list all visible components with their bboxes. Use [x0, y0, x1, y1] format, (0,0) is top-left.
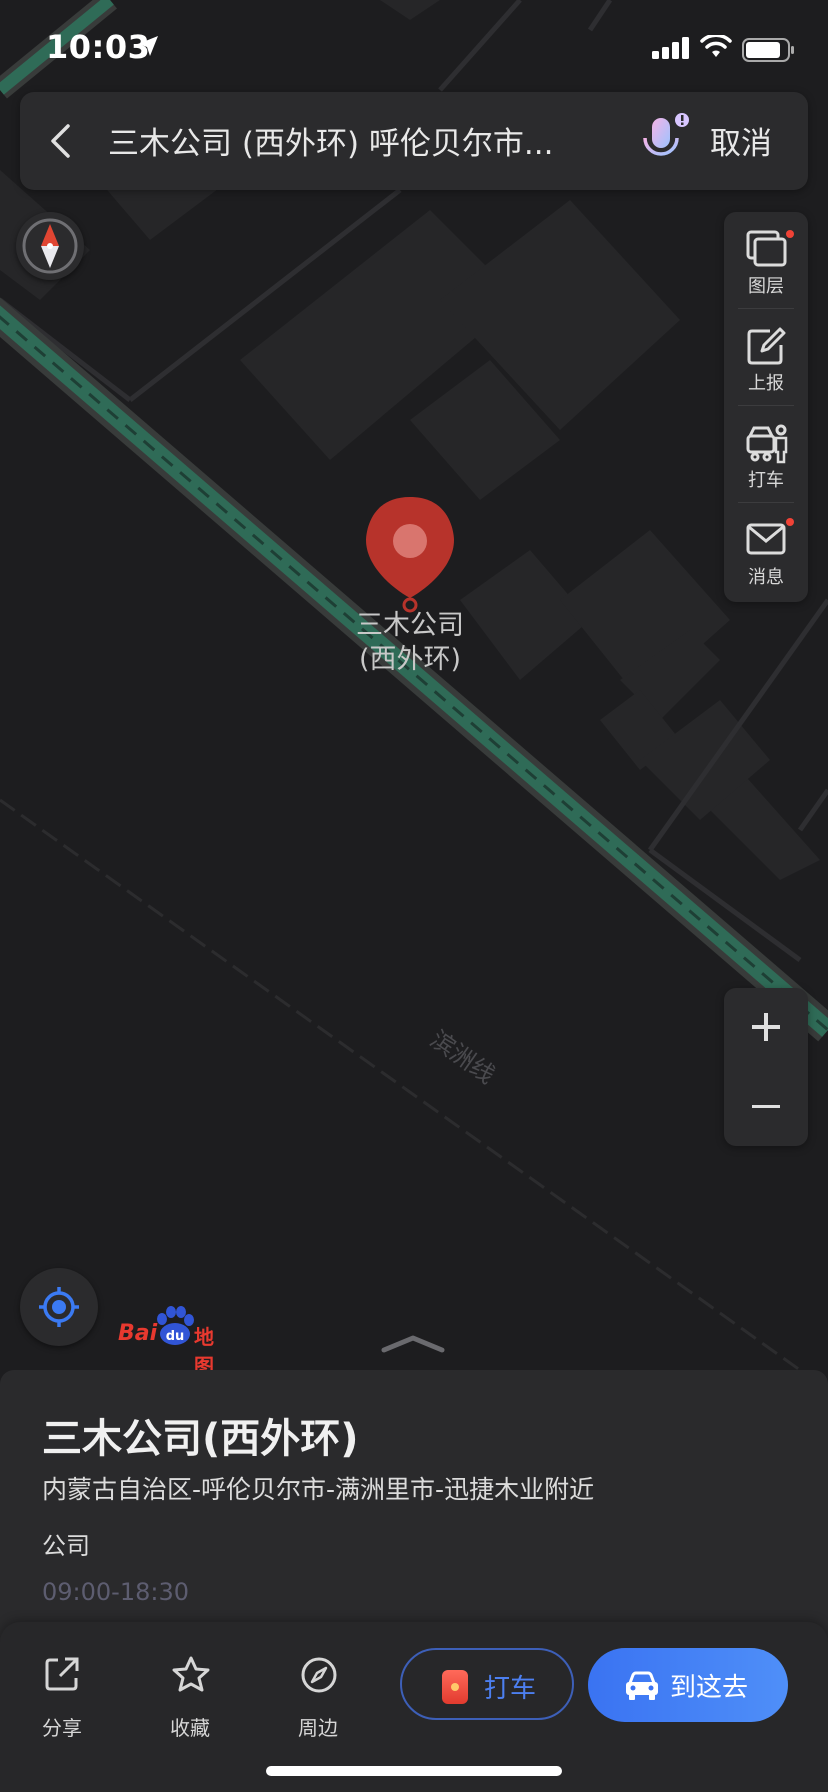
zoom-out-button[interactable] — [724, 1068, 808, 1146]
zoom-control — [724, 988, 808, 1146]
place-hours: 09:00-18:30 — [42, 1578, 189, 1606]
compass-nearby-icon — [301, 1657, 337, 1693]
tool-messages-label: 消息 — [748, 567, 784, 588]
tool-report-label: 上报 — [748, 373, 784, 394]
status-time: 10:03 — [46, 28, 151, 66]
search-query[interactable]: 三木公司 (西外环) 呼伦贝尔市... — [108, 118, 598, 163]
car-icon — [626, 1671, 658, 1700]
sheet-expand-chevron-icon[interactable] — [378, 1330, 448, 1356]
minus-icon — [752, 1105, 780, 1108]
cancel-button[interactable]: 取消 — [710, 118, 772, 163]
taxi-button[interactable]: 打车 — [400, 1648, 574, 1720]
share-icon — [45, 1657, 79, 1691]
tool-taxi-label: 打车 — [748, 470, 784, 491]
plus-icon — [752, 1013, 780, 1041]
taxi-label: 打车 — [484, 1674, 537, 1704]
favorite-label: 收藏 — [170, 1716, 210, 1740]
place-address: 内蒙古自治区-呼伦贝尔市-满洲里市-迅捷木业附近 — [42, 1475, 595, 1504]
status-bar: 10:03 — [0, 0, 828, 100]
go-here-button[interactable]: 到这去 — [588, 1648, 788, 1722]
zoom-in-button[interactable] — [724, 988, 808, 1066]
compass-icon — [22, 218, 78, 274]
map-tools-panel: 图层 上报 打车 消息 — [724, 212, 808, 602]
taxi-person-icon — [746, 424, 788, 464]
home-indicator[interactable] — [266, 1766, 562, 1776]
share-button[interactable]: 分享 — [22, 1656, 102, 1746]
nearby-button[interactable]: 周边 — [278, 1656, 358, 1746]
battery-icon — [742, 38, 794, 62]
logo-bai: Bai — [118, 1321, 158, 1346]
place-category: 公司 — [42, 1532, 90, 1560]
compass-button[interactable] — [16, 212, 84, 280]
locate-me-button[interactable] — [20, 1268, 98, 1346]
mail-icon — [746, 523, 786, 555]
tool-messages[interactable]: 消息 — [724, 503, 808, 599]
tool-report[interactable]: 上报 — [724, 309, 808, 405]
star-icon — [172, 1656, 210, 1692]
go-here-label: 到这去 — [670, 1673, 749, 1703]
voice-mic-icon[interactable] — [642, 112, 694, 170]
taxi-coupon-icon — [442, 1670, 468, 1704]
cell-signal-icon — [652, 37, 689, 59]
back-chevron-icon[interactable] — [48, 122, 72, 160]
crosshair-locate-icon — [39, 1287, 79, 1327]
nearby-label: 周边 — [298, 1716, 338, 1740]
location-arrow-icon — [138, 36, 158, 56]
wifi-icon — [700, 35, 732, 57]
share-label: 分享 — [42, 1716, 82, 1740]
logo-du: du — [166, 1329, 185, 1344]
paw-logo-icon: du — [157, 1306, 194, 1345]
marker-label-line2: (西外环) — [359, 644, 461, 675]
report-edit-icon — [747, 327, 786, 365]
search-bar[interactable]: 三木公司 (西外环) 呼伦贝尔市... 取消 — [20, 92, 808, 190]
messages-notify-dot — [786, 518, 794, 526]
tool-layers[interactable]: 图层 — [724, 212, 808, 308]
marker-label-line1: 三木公司 — [356, 610, 464, 641]
place-name: 三木公司(西外环) — [42, 1416, 359, 1462]
favorite-button[interactable]: 收藏 — [150, 1656, 230, 1746]
layers-notify-dot — [786, 230, 794, 238]
tool-taxi[interactable]: 打车 — [724, 406, 808, 502]
tool-layers-label: 图层 — [748, 276, 784, 297]
layers-icon — [746, 230, 787, 267]
